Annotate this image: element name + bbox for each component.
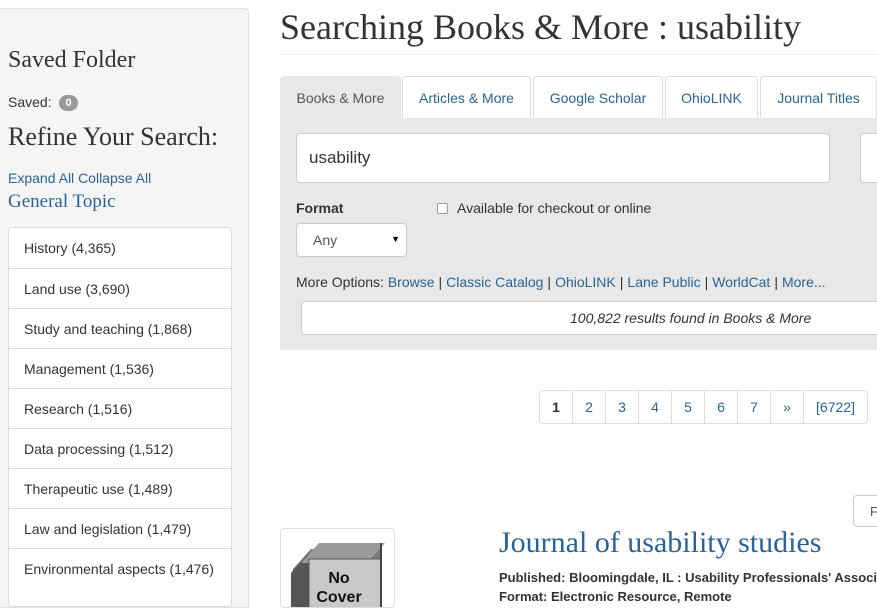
saved-folder-title: Saved Folder	[8, 47, 136, 73]
facet-item[interactable]: Management (1,536)	[9, 348, 231, 388]
available-checkbox-row[interactable]: Available for checkout or online	[437, 200, 651, 216]
facet-item[interactable]: History (4,365)	[9, 228, 231, 268]
search-input[interactable]	[296, 133, 830, 183]
lane-public-link[interactable]: Lane Public	[627, 274, 700, 290]
no-cover-book-icon: No Cover	[291, 543, 385, 607]
facet-item[interactable]: Therapeutic use (1,489)	[9, 468, 231, 508]
result-format-value: Electronic Resource, Remote	[551, 589, 732, 604]
format-select[interactable]: Any ▼	[296, 223, 407, 257]
collapse-all-link[interactable]: Collapse All	[78, 170, 151, 186]
results-count-bar: 100,822 results found in Books & More	[301, 301, 877, 335]
more-options-label: More Options:	[296, 274, 384, 290]
saved-count-badge: 0	[59, 95, 78, 111]
format-label: Format	[296, 200, 344, 216]
published-value: Bloomingdale, IL : Usability Professiona…	[569, 570, 877, 585]
page-link-7[interactable]: 7	[737, 390, 771, 424]
tab-articles-more[interactable]: Articles & More	[402, 76, 531, 118]
search-button[interactable]	[860, 133, 877, 183]
tab-google-scholar[interactable]: Google Scholar	[533, 76, 663, 118]
format-line: Format: Electronic Resource, Remote	[499, 587, 877, 606]
result-title-link[interactable]: Journal of usability studies	[499, 526, 821, 560]
expand-collapse-links: Expand All Collapse All	[8, 170, 151, 186]
facet-item[interactable]: Land use (3,690)	[9, 268, 231, 308]
no-cover-thumbnail[interactable]: No Cover	[280, 528, 395, 608]
published-label: Published:	[499, 570, 566, 585]
worldcat-link[interactable]: WorldCat	[712, 274, 770, 290]
result-metadata: Published: Bloomingdale, IL : Usability …	[499, 568, 877, 606]
refine-search-title: Refine Your Search:	[8, 122, 219, 151]
facet-item[interactable]: Environmental aspects (1,476)	[9, 548, 231, 606]
ohiolink-link[interactable]: OhioLINK	[555, 274, 616, 290]
saved-label: Saved:	[8, 94, 52, 110]
available-checkbox[interactable]	[437, 202, 448, 214]
tab-ohiolink[interactable]: OhioLINK	[665, 76, 758, 118]
dropdown-arrow-icon: ▼	[391, 234, 400, 244]
saved-count-line: Saved: 0	[8, 94, 78, 111]
available-label: Available for checkout or online	[457, 200, 652, 216]
classic-catalog-link[interactable]: Classic Catalog	[446, 274, 543, 290]
more-options: More Options: Browse | Classic Catalog | Ohi…	[296, 274, 826, 290]
more-link[interactable]: More...	[782, 274, 826, 290]
pagination: 1 2 3 4 5 6 7 » [6722]	[539, 390, 868, 424]
facet-item[interactable]: Data processing (1,512)	[9, 428, 231, 468]
page-link-6[interactable]: 6	[704, 390, 738, 424]
page-title: Searching Books & More : usability	[280, 7, 801, 47]
expand-all-link[interactable]: Expand All	[8, 170, 74, 186]
general-topic-heading[interactable]: General Topic	[8, 191, 116, 213]
published-line: Published: Bloomingdale, IL : Usability …	[499, 568, 877, 587]
search-panel: Format Any ▼ Available for checkout or o…	[280, 118, 877, 350]
browse-link[interactable]: Browse	[388, 274, 435, 290]
results-count-text: 100,822 results found in Books & More	[570, 310, 812, 326]
page-link-5[interactable]: 5	[671, 390, 705, 424]
format-selected-value: Any	[313, 232, 338, 248]
cover-text-cover: Cover	[316, 589, 361, 606]
title-divider	[280, 54, 877, 55]
facet-item[interactable]: Research (1,516)	[9, 388, 231, 428]
page-link-1[interactable]: 1	[539, 390, 573, 424]
facet-item[interactable]: Study and teaching (1,868)	[9, 308, 231, 348]
tab-journal-titles[interactable]: Journal Titles	[760, 76, 877, 118]
page-link-2[interactable]: 2	[572, 390, 606, 424]
sort-select[interactable]: F	[853, 495, 877, 527]
topic-facet-list: History (4,365) Land use (3,690) Study a…	[8, 227, 232, 607]
cover-text-no: No	[328, 570, 350, 587]
page-link-3[interactable]: 3	[605, 390, 639, 424]
sort-select-text: F	[870, 504, 877, 519]
next-page-link[interactable]: »	[770, 390, 804, 424]
sidebar: Saved Folder Saved: 0 Refine Your Search…	[0, 8, 249, 608]
page-link-4[interactable]: 4	[638, 390, 672, 424]
tab-books-more[interactable]: Books & More	[280, 76, 401, 118]
last-page-link[interactable]: [6722]	[803, 390, 868, 424]
result-format-label: Format:	[499, 589, 548, 604]
facet-item[interactable]: Law and legislation (1,479)	[9, 508, 231, 548]
